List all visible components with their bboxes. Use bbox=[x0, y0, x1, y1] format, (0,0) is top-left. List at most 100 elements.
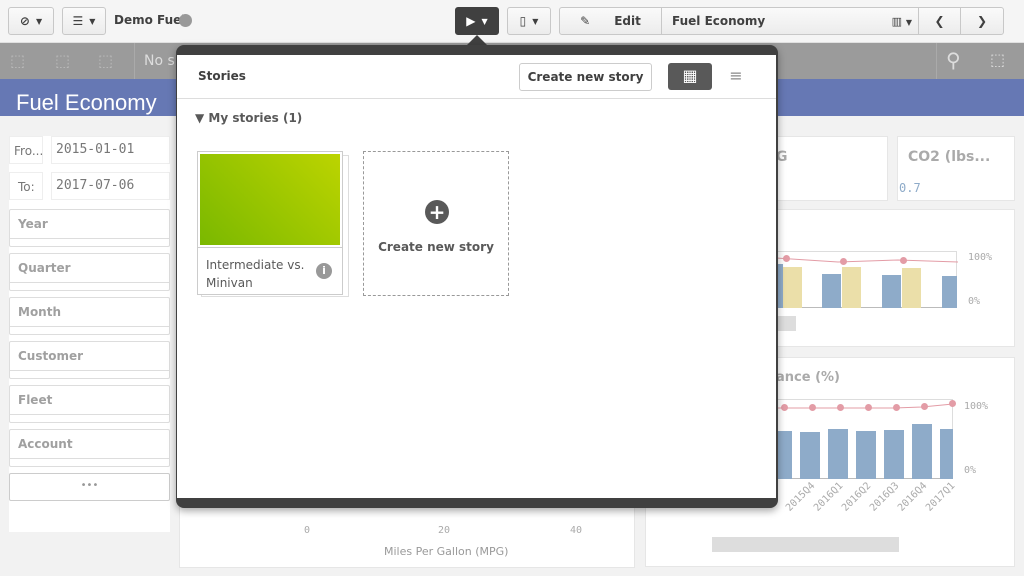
chart-title: ance (%) bbox=[776, 370, 840, 385]
popover-title: Stories bbox=[198, 69, 246, 83]
chart-bar bbox=[882, 275, 901, 308]
chevron-left-icon: ❮ bbox=[934, 14, 945, 28]
filter-label: Fleet bbox=[18, 393, 53, 407]
app-name: Demo Fuel bbox=[114, 13, 186, 27]
chart-point bbox=[781, 404, 788, 411]
chevron-down-icon: ▼ bbox=[532, 16, 539, 26]
stories-popover: Stories Create new story ▦ ≡ ▼ My storie… bbox=[176, 45, 778, 508]
published-icon bbox=[179, 14, 192, 27]
from-label: Fro... bbox=[9, 136, 43, 164]
chart-bar bbox=[902, 268, 921, 308]
chart-point bbox=[809, 404, 816, 411]
x-axis-label: Miles Per Gallon (MPG) bbox=[384, 545, 509, 558]
x-tick: 2017Q1 bbox=[924, 480, 958, 514]
chart-bar bbox=[912, 424, 932, 479]
chart-bar bbox=[776, 431, 792, 479]
list-icon: ☰ bbox=[72, 14, 84, 28]
scrollbar[interactable] bbox=[712, 537, 899, 552]
pencil-icon: ✎ bbox=[580, 14, 591, 28]
bookmark-icon: ▯ bbox=[519, 14, 527, 28]
to-date-input[interactable]: 2017-07-06 bbox=[51, 172, 170, 200]
filter-month[interactable]: Month bbox=[9, 297, 170, 335]
x-tick: 2016Q4 bbox=[896, 480, 930, 514]
edit-label: Edit bbox=[614, 14, 641, 28]
filter-label: Quarter bbox=[18, 261, 71, 275]
chart-point bbox=[865, 404, 872, 411]
x-tick: 2016Q3 bbox=[868, 480, 902, 514]
chart-bar bbox=[842, 267, 861, 308]
chart-point bbox=[893, 404, 900, 411]
chart-point bbox=[900, 257, 907, 264]
list-view-button[interactable]: ≡ bbox=[726, 63, 746, 90]
plus-icon: + bbox=[425, 200, 449, 224]
story-title: Intermediate vs. Minivan bbox=[206, 258, 305, 290]
edit-button[interactable]: ✎ Edit bbox=[559, 7, 662, 35]
app-overview-button[interactable]: ☰ ▼ bbox=[62, 7, 106, 35]
sheet-name: Fuel Economy bbox=[672, 14, 766, 28]
top-toolbar: ⊘ ▼ ☰ ▼ Demo Fuel ▶ ▼ ▯ ▼ ✎ Edit Fuel Economy… bbox=[0, 0, 1024, 43]
previous-sheet-button[interactable]: ❮ bbox=[918, 7, 961, 35]
kpi-title: CO2 (lbs... bbox=[908, 149, 991, 165]
section-label: My stories (1) bbox=[208, 111, 303, 125]
more-filters-button[interactable]: ••• bbox=[9, 473, 170, 501]
chart-bar bbox=[828, 429, 848, 479]
chart-bar bbox=[783, 267, 802, 308]
grid-view-button[interactable]: ▦ bbox=[668, 63, 712, 90]
filter-fleet[interactable]: Fleet bbox=[9, 385, 170, 423]
chart-bar bbox=[940, 429, 953, 479]
global-menu-button[interactable]: ⊘ ▼ bbox=[8, 7, 54, 35]
compass-icon: ⊘ bbox=[19, 14, 30, 28]
step-back-icon[interactable]: ⬚ bbox=[10, 51, 25, 70]
chart-point bbox=[921, 403, 928, 410]
from-date-input[interactable]: 2015-01-01 bbox=[51, 136, 170, 164]
create-new-story-tile[interactable]: + Create new story bbox=[363, 151, 509, 296]
chart-point bbox=[949, 400, 956, 407]
chart-point bbox=[837, 404, 844, 411]
story-thumbnail bbox=[200, 154, 340, 245]
chart-bar bbox=[822, 274, 841, 308]
filter-quarter[interactable]: Quarter bbox=[9, 253, 170, 291]
x-tick: 2016Q1 bbox=[812, 480, 846, 514]
sheet-selector[interactable]: Fuel Economy ▥ ▼ bbox=[661, 7, 919, 35]
filter-year[interactable]: Year bbox=[9, 209, 170, 247]
info-icon[interactable]: i bbox=[316, 263, 332, 279]
chart-bar bbox=[884, 430, 904, 479]
x-tick: 40 bbox=[570, 525, 583, 536]
filter-label: Month bbox=[18, 305, 62, 319]
list-icon: ≡ bbox=[729, 66, 743, 85]
chart-point bbox=[783, 255, 790, 262]
filter-customer[interactable]: Customer bbox=[9, 341, 170, 379]
story-tile[interactable]: Intermediate vs. Minivan i bbox=[197, 151, 343, 295]
next-sheet-button[interactable]: ❯ bbox=[960, 7, 1004, 35]
filter-label: Year bbox=[18, 217, 48, 231]
kpi-card-co2: CO2 (lbs... 0.7 bbox=[897, 136, 1015, 201]
filter-account[interactable]: Account bbox=[9, 429, 170, 467]
chart-bar bbox=[942, 276, 957, 308]
to-label: To: bbox=[9, 172, 43, 200]
x-tick: 20 bbox=[438, 525, 451, 536]
filter-label: Account bbox=[18, 437, 73, 451]
grid-icon: ▦ bbox=[682, 66, 698, 85]
bookmarks-button[interactable]: ▯ ▼ bbox=[507, 7, 551, 35]
chart-bar bbox=[800, 432, 820, 479]
y-tick: 0% bbox=[964, 465, 977, 476]
scrollbar[interactable] bbox=[776, 316, 796, 331]
y-tick: 0% bbox=[968, 296, 981, 307]
triangle-down-icon: ▼ bbox=[195, 111, 205, 125]
stories-button[interactable]: ▶ ▼ bbox=[455, 7, 499, 35]
x-tick: 2015Q4 bbox=[784, 480, 818, 514]
no-selections-text: No s bbox=[144, 53, 175, 69]
story-play-icon: ▶ bbox=[466, 14, 476, 28]
chart-bar bbox=[856, 431, 876, 479]
create-new-story-button[interactable]: Create new story bbox=[519, 63, 652, 91]
x-tick: 2016Q2 bbox=[840, 480, 874, 514]
selection-tool-icon[interactable]: ⬚ bbox=[990, 50, 1005, 69]
chevron-down-icon: ▼ bbox=[481, 16, 488, 26]
my-stories-section[interactable]: ▼ My stories (1) bbox=[195, 111, 302, 125]
clear-all-icon[interactable]: ⬚ bbox=[98, 51, 113, 70]
x-tick: 0 bbox=[304, 525, 311, 536]
sheets-icon: ▥ ▼ bbox=[891, 14, 912, 28]
step-forward-icon[interactable]: ⬚ bbox=[55, 51, 70, 70]
search-icon[interactable]: ⚲ bbox=[946, 48, 961, 72]
chevron-down-icon: ▼ bbox=[89, 16, 96, 26]
